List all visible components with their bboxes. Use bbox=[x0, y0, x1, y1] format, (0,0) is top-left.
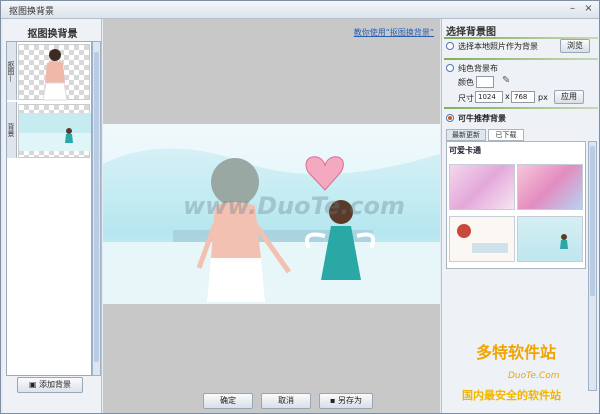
scene-thumbnail-icon bbox=[19, 113, 91, 151]
girl-scene-icon bbox=[560, 234, 568, 249]
cutout-thumbnail[interactable] bbox=[18, 44, 90, 101]
recommended-label: 可牛推荐背景 bbox=[458, 114, 506, 123]
tab-downloaded[interactable]: 已下载 bbox=[488, 129, 524, 141]
background-thumbnail[interactable] bbox=[18, 104, 91, 158]
gallery-thumb-4[interactable] bbox=[517, 216, 583, 262]
canvas-area: 教你使用“抠图换背景” www.DuoTe.com 确定 取消 ▪ 另存为 bbox=[103, 19, 440, 413]
size-label: 尺寸 bbox=[458, 94, 474, 103]
width-input[interactable]: 1024 bbox=[475, 91, 503, 103]
category-title: 可爱卡通 bbox=[449, 146, 481, 155]
action-bar: 确定 取消 ▪ 另存为 bbox=[103, 393, 440, 413]
local-photo-label: 选择本地照片作为背景 bbox=[458, 42, 538, 51]
close-button[interactable]: × bbox=[582, 3, 595, 16]
woman-figure-icon bbox=[42, 49, 68, 101]
save-as-button[interactable]: ▪ 另存为 bbox=[319, 393, 373, 409]
cancel-button[interactable]: 取消 bbox=[261, 393, 311, 409]
background-gallery: 可爱卡通 bbox=[446, 141, 586, 269]
radio-recommended[interactable] bbox=[446, 114, 454, 122]
ok-button[interactable]: 确定 bbox=[203, 393, 253, 409]
panel-heading: 抠图换背景 bbox=[27, 29, 78, 40]
site-slogan: 国内最安全的软件站 bbox=[462, 389, 561, 402]
radio-local-photo[interactable] bbox=[446, 42, 454, 50]
window-title: 抠图换背景 bbox=[9, 7, 55, 17]
color-swatch[interactable] bbox=[476, 76, 494, 88]
save-as-label: 另存为 bbox=[337, 396, 362, 405]
minimize-button[interactable]: – bbox=[566, 3, 579, 16]
help-link[interactable]: 教你使用“抠图换背景” bbox=[354, 27, 434, 38]
save-icon: ▪ bbox=[330, 396, 338, 405]
divider bbox=[444, 107, 598, 109]
layers-panel: 抠图换背景 抠图— 背景 ▣ 添加背景 bbox=[3, 19, 102, 413]
site-logo: 多特软件站 bbox=[476, 343, 557, 362]
gallery-scrollbar[interactable] bbox=[588, 141, 597, 391]
solid-color-label: 纯色背景布 bbox=[458, 64, 498, 73]
image-watermark: www.DuoTe.com bbox=[183, 192, 405, 220]
unit-label: px bbox=[538, 93, 548, 102]
radio-solid-color[interactable] bbox=[446, 64, 454, 72]
tab-latest[interactable]: 最新更新 bbox=[446, 129, 486, 141]
layer-list: 抠图— 背景 bbox=[6, 41, 92, 376]
panel-heading: 选择背景图 bbox=[446, 27, 496, 38]
browse-button[interactable]: 浏览 bbox=[560, 39, 590, 53]
size-x-label: x bbox=[505, 92, 510, 101]
layer-tab-cutout[interactable]: 抠图— bbox=[7, 42, 17, 100]
heart-card-icon bbox=[457, 224, 508, 253]
add-icon: ▣ bbox=[28, 380, 40, 389]
divider bbox=[444, 58, 598, 60]
title-bar: 抠图换背景 – × bbox=[1, 1, 599, 19]
layers-scrollbar[interactable] bbox=[92, 41, 101, 376]
gallery-thumb-1[interactable] bbox=[449, 164, 515, 210]
add-background-button[interactable]: ▣ 添加背景 bbox=[17, 377, 83, 393]
site-sub: DuoTe.Com bbox=[508, 371, 560, 381]
gallery-thumb-3[interactable] bbox=[449, 216, 515, 262]
height-input[interactable]: 768 bbox=[511, 91, 535, 103]
color-label: 颜色 bbox=[458, 78, 474, 87]
app-window: 抠图换背景 – × 抠图换背景 抠图— 背景 ▣ 添加背景 教你使用“抠图换背景… bbox=[0, 0, 600, 414]
gallery-thumb-2[interactable] bbox=[517, 164, 583, 210]
composed-image[interactable]: www.DuoTe.com bbox=[103, 124, 440, 304]
apply-button[interactable]: 应用 bbox=[554, 90, 584, 104]
background-options-panel: 选择背景图 选择本地照片作为背景 浏览 纯色背景布 颜色 ✎ 尺寸 1024 x… bbox=[441, 19, 599, 413]
eyedropper-icon[interactable]: ✎ bbox=[502, 75, 510, 86]
add-background-label: 添加背景 bbox=[39, 380, 72, 389]
layer-tab-background[interactable]: 背景 bbox=[7, 102, 17, 158]
